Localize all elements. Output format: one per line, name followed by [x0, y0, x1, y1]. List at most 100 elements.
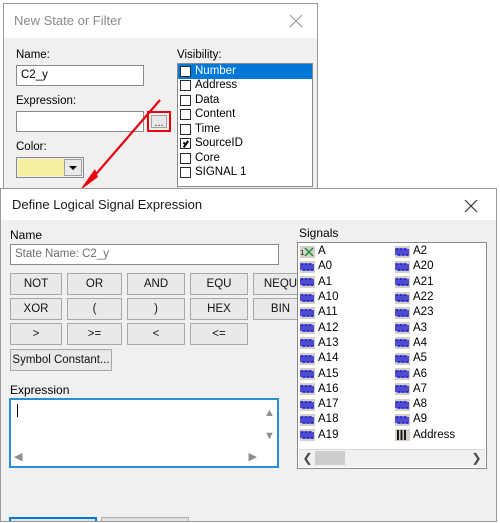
ok-button[interactable]: OK — [9, 517, 97, 521]
signal-list-item[interactable]: A17 — [299, 397, 394, 412]
signal-name: Address — [413, 428, 456, 441]
checkbox-icon[interactable] — [180, 167, 191, 179]
operator-button-equ[interactable]: EQU — [190, 273, 248, 295]
signal-list-item[interactable]: A19 — [299, 428, 394, 443]
signal-list-item[interactable]: A6 — [394, 366, 486, 381]
chevron-down-glyph — [69, 165, 77, 170]
signal-name: A2 — [413, 245, 428, 258]
signal-list-item[interactable]: A2 — [394, 244, 486, 259]
signal-list-item[interactable]: A13 — [299, 336, 394, 351]
signal-list-item[interactable]: A22 — [394, 290, 486, 305]
visibility-item[interactable]: Content — [178, 108, 312, 123]
signal-list-item[interactable]: A1 — [299, 275, 394, 290]
operator-button-[interactable]: ( — [67, 298, 122, 320]
signal-list-item[interactable]: A8 — [394, 397, 486, 412]
cancel-button[interactable]: Cancel — [101, 517, 189, 521]
signal-name: A9 — [413, 413, 428, 426]
expression-input[interactable] — [16, 111, 144, 132]
expression-horizontal-scrollbar[interactable]: ◀ ▶ — [11, 450, 260, 466]
dialog2-title: Define Logical Signal Expression — [12, 197, 203, 212]
operator-button-hex[interactable]: HEX — [190, 298, 248, 320]
visibility-item[interactable]: Core — [178, 151, 312, 166]
signal-name: A15 — [318, 367, 339, 380]
name-input[interactable]: C2_y — [16, 65, 144, 86]
chevron-up-icon[interactable]: ▲ — [264, 408, 275, 419]
signal-list-item[interactable]: A11 — [299, 305, 394, 320]
operator-button-not[interactable]: NOT — [10, 273, 62, 295]
signal-list-item[interactable]: Address — [394, 428, 486, 443]
expression-vertical-scrollbar[interactable]: ▲ ▼ — [260, 400, 277, 450]
signal-list-item[interactable]: A12 — [299, 320, 394, 335]
signal-list-item[interactable]: A15 — [299, 366, 394, 381]
operator-button-[interactable]: > — [10, 323, 62, 345]
signal-name: A19 — [318, 428, 339, 441]
visibility-item[interactable]: Data — [178, 93, 312, 108]
visibility-item[interactable]: SIGNAL 1 — [178, 166, 312, 181]
signal-list-item[interactable]: A20 — [394, 259, 486, 274]
waveform-signal-icon — [395, 337, 410, 350]
operator-button-[interactable]: <= — [190, 323, 248, 345]
signal-list-item[interactable]: A0 — [299, 259, 394, 274]
scroll-right-icon[interactable]: ❯ — [469, 451, 484, 465]
close-icon[interactable] — [275, 4, 317, 37]
visibility-item-label: Content — [195, 108, 236, 121]
checkbox-icon[interactable] — [180, 109, 191, 121]
waveform-signal-icon — [300, 413, 315, 426]
close-icon[interactable] — [450, 189, 492, 222]
operator-button-xor[interactable]: XOR — [10, 298, 62, 320]
checkbox-icon[interactable] — [180, 152, 191, 164]
waveform-signal-icon — [300, 322, 315, 335]
visibility-item[interactable]: Time — [178, 122, 312, 137]
checkbox-icon[interactable] — [180, 94, 191, 106]
expression-textarea[interactable] — [11, 400, 260, 450]
dialog1-title: New State or Filter — [14, 13, 122, 28]
signal-list-item[interactable]: A5 — [394, 351, 486, 366]
signal-list-item[interactable]: A21 — [394, 275, 486, 290]
operator-button-[interactable]: < — [127, 323, 185, 345]
signals-list[interactable]: 1 A A0 A1 A10 A11 A12 A13 A14 A15 A16 A17 A18 A19 A2 A… — [297, 242, 487, 469]
symbol-constant-button[interactable]: Symbol Constant... — [10, 349, 112, 371]
checkbox-icon[interactable] — [180, 65, 191, 77]
waveform-signal-icon — [395, 368, 410, 381]
visibility-label: Visibility: — [177, 49, 222, 61]
scrollbar-thumb[interactable] — [315, 451, 345, 465]
signals-column-2: A2 A20 A21 A22 A23 A3 A4 A5 A6 A7 A8 A9 Address — [394, 244, 486, 443]
waveform-signal-icon — [300, 291, 315, 304]
signal-list-item[interactable]: 1A — [299, 244, 394, 259]
signal-list-item[interactable]: A7 — [394, 382, 486, 397]
chevron-right-icon[interactable]: ▶ — [249, 452, 257, 463]
chevron-down-icon[interactable] — [64, 159, 82, 176]
operator-button-[interactable]: ) — [127, 298, 185, 320]
expression-ellipsis-button[interactable]: ... — [151, 115, 167, 129]
chevron-down-icon[interactable]: ▼ — [264, 431, 275, 442]
close-glyph — [289, 14, 303, 28]
close-glyph — [464, 199, 478, 213]
visibility-item[interactable]: Address — [178, 79, 312, 94]
state-name-input[interactable]: State Name: C2_y — [10, 244, 279, 265]
signal-list-item[interactable]: A16 — [299, 382, 394, 397]
color-combobox[interactable] — [16, 157, 84, 178]
chevron-left-icon[interactable]: ◀ — [14, 452, 22, 463]
visibility-item[interactable]: SourceID — [178, 137, 312, 152]
visibility-list[interactable]: Number Address Data Content Time SourceID Core… — [177, 63, 313, 187]
operator-button-and[interactable]: AND — [127, 273, 185, 295]
signal-list-item[interactable]: A23 — [394, 305, 486, 320]
visibility-item[interactable]: Number — [178, 64, 312, 79]
signals-horizontal-scrollbar[interactable]: ❮ ❯ — [299, 449, 485, 467]
signal-list-item[interactable]: A14 — [299, 351, 394, 366]
checkbox-icon[interactable] — [180, 80, 191, 92]
checkbox-icon[interactable] — [180, 138, 191, 150]
signal-list-item[interactable]: A10 — [299, 290, 394, 305]
new-state-or-filter-dialog: New State or Filter Name: C2_y Expressio… — [3, 3, 318, 191]
signal-list-item[interactable]: A18 — [299, 412, 394, 427]
scroll-left-icon[interactable]: ❮ — [300, 451, 315, 465]
signal-list-item[interactable]: A4 — [394, 336, 486, 351]
operator-button-[interactable]: >= — [67, 323, 122, 345]
signal-name: A10 — [318, 291, 339, 304]
visibility-item-label: Number — [195, 64, 236, 77]
operator-button-or[interactable]: OR — [67, 273, 122, 295]
signal-list-item[interactable]: A3 — [394, 320, 486, 335]
waveform-signal-icon — [395, 245, 410, 258]
checkbox-icon[interactable] — [180, 123, 191, 135]
signal-list-item[interactable]: A9 — [394, 412, 486, 427]
